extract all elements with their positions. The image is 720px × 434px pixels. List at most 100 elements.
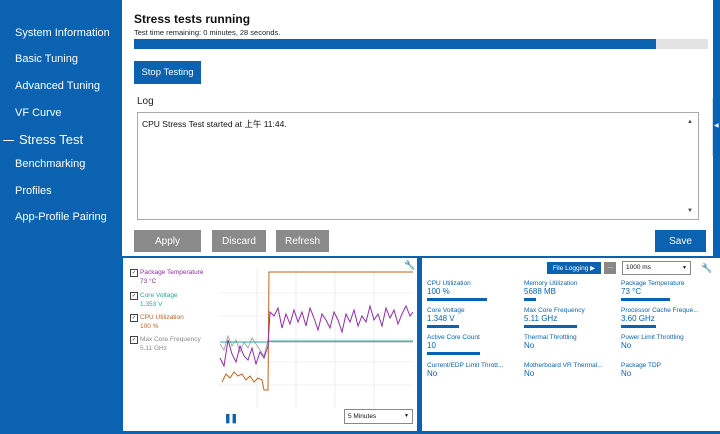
legend-value: 1.353 V	[140, 301, 163, 308]
legend-label: Package Temperature	[140, 269, 204, 276]
log-entry: CPU Stress Test started at 上午 11:44.	[142, 119, 287, 129]
sensor-value: 10	[427, 341, 436, 350]
sidebar-item-system-information[interactable]: System Information	[15, 27, 110, 39]
checkbox-icon[interactable]: ✓	[130, 269, 138, 277]
sensor-label: Thermal Throttling	[524, 334, 577, 341]
sidebar: System Information Basic Tuning Advanced…	[0, 0, 122, 434]
sidebar-item-advanced-tuning[interactable]: Advanced Tuning	[15, 80, 100, 92]
legend-value: 73 °C	[140, 278, 157, 285]
sensor-cell: Core Voltage 1.348 V	[427, 307, 517, 328]
chevron-down-icon: ▼	[404, 413, 409, 419]
sensor-label: Power Limit Throttling	[621, 334, 684, 341]
legend-label: Core Voltage	[140, 292, 178, 299]
sensor-bar	[427, 325, 459, 328]
sensor-label: CPU Utilization	[427, 280, 471, 287]
sensor-cell: Package TDP No	[621, 362, 711, 379]
checkbox-icon[interactable]: ✓	[130, 336, 138, 344]
series-package-temperature	[219, 304, 413, 368]
active-indicator	[3, 139, 14, 142]
sensor-label: Package TDP	[621, 362, 661, 369]
sensor-value: No	[524, 341, 535, 350]
sensor-bar	[621, 325, 656, 328]
sensor-label: Current/EDP Limit Thrott...	[427, 362, 504, 369]
sensor-bar	[524, 325, 577, 328]
pause-icon[interactable]: ❚❚	[224, 413, 238, 424]
legend-label: CPU Utilization	[140, 314, 184, 321]
more-options-button[interactable]: ...	[604, 262, 616, 274]
duration-value: 5 Minutes	[348, 413, 377, 420]
save-button[interactable]: Save	[655, 230, 706, 252]
sensor-label: Processor Cache Freque...	[621, 307, 699, 314]
sidebar-item-vf-curve[interactable]: VF Curve	[15, 107, 61, 119]
legend-max-core-frequency[interactable]: ✓ Max Core Frequency 5.11 GHz	[130, 335, 201, 353]
sensor-readings-panel: File Logging ▶ ... 1000 ms ▼ 🔧 CPU Utili…	[422, 258, 720, 431]
discard-button[interactable]: Discard	[212, 230, 266, 252]
legend-value: 5.11 GHz	[140, 345, 167, 352]
sensor-value: 73 °C	[621, 287, 642, 296]
sensor-label: Motherboard VR Thermal...	[524, 362, 603, 369]
sidebar-item-app-profile-pairing[interactable]: App-Profile Pairing	[15, 211, 107, 223]
legend-label: Max Core Frequency	[140, 336, 201, 343]
sensor-value: No	[621, 369, 632, 378]
sensor-cell: Package Temperature 73 °C	[621, 280, 711, 301]
scroll-down-icon[interactable]: ▼	[687, 208, 693, 214]
sensor-cell: Power Limit Throttling No	[621, 334, 711, 351]
sensor-cell: CPU Utilization 100 %	[427, 280, 517, 301]
polling-interval-select[interactable]: 1000 ms ▼	[622, 261, 691, 275]
sensor-bar	[621, 298, 670, 301]
sensor-value: 3.60 GHz	[621, 314, 655, 323]
refresh-button[interactable]: Refresh	[276, 230, 329, 252]
checkbox-icon[interactable]: ✓	[130, 292, 138, 300]
legend-value: 100 %	[140, 323, 159, 330]
sensor-label: Core Voltage	[427, 307, 465, 314]
sidebar-item-label: Stress Test	[19, 132, 84, 147]
legend-core-voltage[interactable]: ✓ Core Voltage 1.353 V	[130, 291, 178, 309]
sensor-label: Memory Utilization	[524, 280, 578, 287]
sensor-cell: Processor Cache Freque... 3.60 GHz	[621, 307, 711, 328]
sensor-cell: Motherboard VR Thermal... No	[524, 362, 614, 379]
sensor-cell: Thermal Throttling No	[524, 334, 614, 351]
expand-panel-tab[interactable]: ◀	[712, 98, 720, 156]
sensor-bar	[427, 352, 480, 355]
sensor-label: Active Core Count	[427, 334, 480, 341]
sensor-label: Max Core Frequency	[524, 307, 585, 314]
apply-button[interactable]: Apply	[134, 230, 201, 252]
duration-select[interactable]: 5 Minutes ▼	[344, 409, 413, 424]
stop-testing-button[interactable]: Stop Testing	[134, 61, 201, 84]
sidebar-item-benchmarking[interactable]: Benchmarking	[15, 158, 85, 170]
sensor-value: No	[524, 369, 535, 378]
sensor-value: 5.11 GHz	[524, 314, 558, 323]
legend-cpu-utilization[interactable]: ✓ CPU Utilization 100 %	[130, 313, 184, 331]
sidebar-item-profiles[interactable]: Profiles	[15, 185, 52, 197]
test-progress-bar	[134, 39, 708, 49]
stress-test-panel: Stress tests running Test time remaining…	[122, 0, 713, 256]
legend-package-temperature[interactable]: ✓ Package Temperature 73 °C	[130, 268, 203, 286]
sensor-cell: Current/EDP Limit Thrott... No	[427, 362, 517, 379]
sensor-cell: Max Core Frequency 5.11 GHz	[524, 307, 614, 328]
checkbox-icon[interactable]: ✓	[130, 314, 138, 322]
chevron-down-icon: ▼	[682, 265, 687, 271]
sensor-bar	[524, 298, 536, 301]
sensor-value: 5688 MB	[524, 287, 557, 296]
time-remaining-text: Test time remaining: 0 minutes, 28 secon…	[134, 28, 281, 37]
sensor-value: 100 %	[427, 287, 450, 296]
sensor-value: No	[427, 369, 438, 378]
wrench-icon[interactable]: 🔧	[701, 263, 712, 274]
sensor-cell: Active Core Count 10	[427, 334, 517, 355]
interval-value: 1000 ms	[626, 264, 651, 271]
series-cpu-utilization	[221, 271, 413, 391]
sensor-value: 1.348 V	[427, 314, 455, 323]
page-title: Stress tests running	[134, 12, 251, 26]
progress-fill	[134, 39, 657, 49]
log-textarea[interactable]: CPU Stress Test started at 上午 11:44. ▲ ▼	[137, 112, 699, 220]
monitor-graph	[218, 270, 413, 408]
sidebar-item-stress-test[interactable]: Stress Test	[3, 132, 83, 147]
file-logging-button[interactable]: File Logging ▶	[547, 262, 601, 274]
sidebar-item-basic-tuning[interactable]: Basic Tuning	[15, 53, 78, 65]
sensor-cell: Memory Utilization 5688 MB	[524, 280, 614, 301]
scroll-up-icon[interactable]: ▲	[687, 119, 693, 125]
sensor-value: No	[621, 341, 632, 350]
sensor-bar	[427, 298, 487, 301]
graph-gridlines	[218, 270, 413, 408]
log-label: Log	[137, 96, 154, 107]
